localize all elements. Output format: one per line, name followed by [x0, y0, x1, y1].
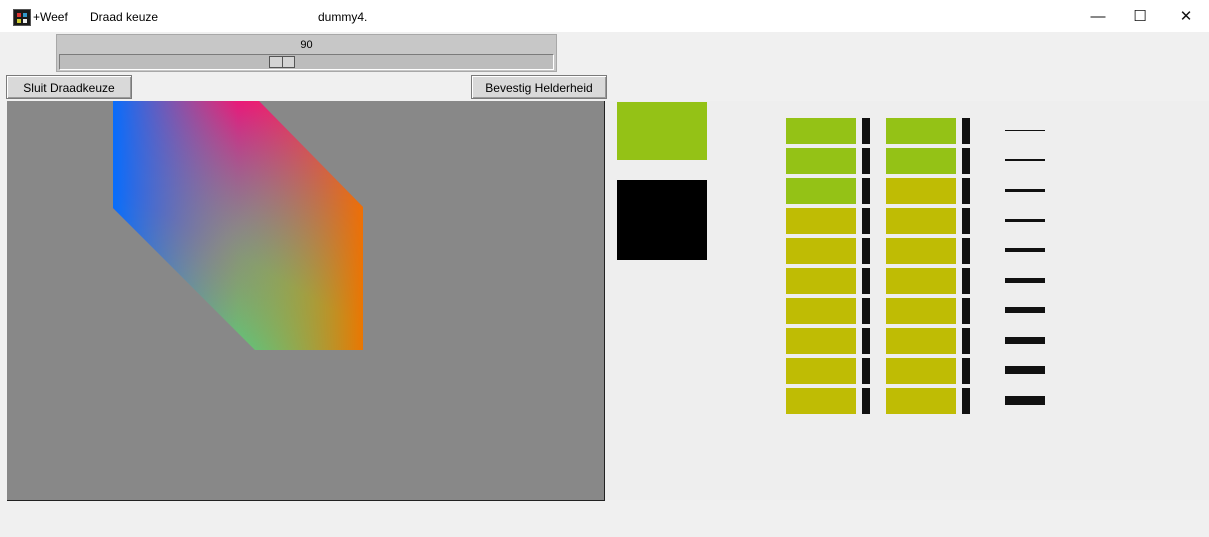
wire-swatch[interactable] — [886, 388, 956, 414]
confirm-brightness-button[interactable]: Bevestig Helderheid — [471, 75, 607, 99]
wire-separator-bar — [962, 118, 970, 144]
thickness-line — [1005, 189, 1045, 192]
wire-swatch[interactable] — [786, 268, 856, 294]
window-title: dummy4. — [318, 10, 368, 24]
wire-swatch[interactable] — [886, 178, 956, 204]
secondary-color-swatch[interactable] — [617, 180, 707, 260]
wire-separator-bar — [962, 148, 970, 174]
selected-color-swatch[interactable] — [617, 102, 707, 160]
wire-separator-bar — [862, 328, 870, 354]
wire-swatch[interactable] — [886, 358, 956, 384]
wire-separator-bar — [962, 208, 970, 234]
maximize-button[interactable]: ☐ — [1117, 0, 1163, 32]
wire-swatch[interactable] — [786, 238, 856, 264]
wire-separator-bar — [962, 328, 970, 354]
thickness-line — [1005, 159, 1045, 161]
close-window-button[interactable]: ✕ — [1163, 0, 1209, 32]
wire-swatch[interactable] — [786, 328, 856, 354]
minimize-icon: — — [1090, 7, 1106, 25]
close-icon: ✕ — [1179, 8, 1193, 25]
thickness-line — [1005, 219, 1045, 222]
wire-swatch[interactable] — [786, 148, 856, 174]
wire-swatch[interactable] — [886, 268, 956, 294]
wire-swatch[interactable] — [786, 178, 856, 204]
thickness-line — [1005, 396, 1045, 405]
wire-separator-bar — [862, 148, 870, 174]
close-thread-choice-button[interactable]: Sluit Draadkeuze — [6, 75, 132, 99]
minimize-button[interactable]: — — [1075, 0, 1121, 32]
wire-swatch[interactable] — [786, 298, 856, 324]
wire-separator-bar — [962, 358, 970, 384]
wire-separator-bar — [962, 178, 970, 204]
wire-separator-bar — [862, 238, 870, 264]
maximize-icon: ☐ — [1133, 8, 1147, 25]
wire-separator-bar — [862, 268, 870, 294]
menu-draad-keuze[interactable]: Draad keuze — [90, 10, 158, 24]
brightness-slider[interactable]: 90 — [56, 34, 557, 72]
title-bar: +Weef Draad keuze dummy4. — ☐ ✕ — [0, 0, 1209, 32]
wire-swatch[interactable] — [786, 388, 856, 414]
slider-thumb[interactable] — [269, 56, 295, 68]
thickness-line — [1005, 366, 1045, 374]
wire-swatch[interactable] — [786, 118, 856, 144]
color-hexagon-overlay-b — [113, 101, 363, 350]
wire-separator-bar — [962, 238, 970, 264]
thickness-line — [1005, 278, 1045, 283]
wire-separator-bar — [862, 298, 870, 324]
wire-swatch[interactable] — [886, 148, 956, 174]
color-picker-canvas[interactable] — [7, 101, 605, 501]
wire-separator-bar — [862, 118, 870, 144]
app-icon[interactable] — [13, 9, 31, 26]
wire-swatch[interactable] — [786, 358, 856, 384]
wire-separator-bar — [862, 208, 870, 234]
thickness-line — [1005, 130, 1045, 131]
wire-separator-bar — [862, 178, 870, 204]
wire-separator-bar — [962, 268, 970, 294]
wire-swatch[interactable] — [786, 208, 856, 234]
wire-swatch[interactable] — [886, 208, 956, 234]
slider-track[interactable] — [59, 54, 554, 70]
thickness-line — [1005, 248, 1045, 252]
wire-separator-bar — [962, 298, 970, 324]
wire-separator-bar — [862, 358, 870, 384]
wire-swatch[interactable] — [886, 118, 956, 144]
slider-value-label: 90 — [300, 39, 313, 51]
wire-separator-bar — [862, 388, 870, 414]
thickness-line — [1005, 307, 1045, 313]
menu-weef[interactable]: +Weef — [33, 10, 68, 24]
wire-swatch[interactable] — [886, 328, 956, 354]
wire-swatch[interactable] — [886, 298, 956, 324]
wire-swatch[interactable] — [886, 238, 956, 264]
wire-separator-bar — [962, 388, 970, 414]
color-hexagon-plot[interactable] — [7, 101, 604, 500]
thickness-line — [1005, 337, 1045, 344]
